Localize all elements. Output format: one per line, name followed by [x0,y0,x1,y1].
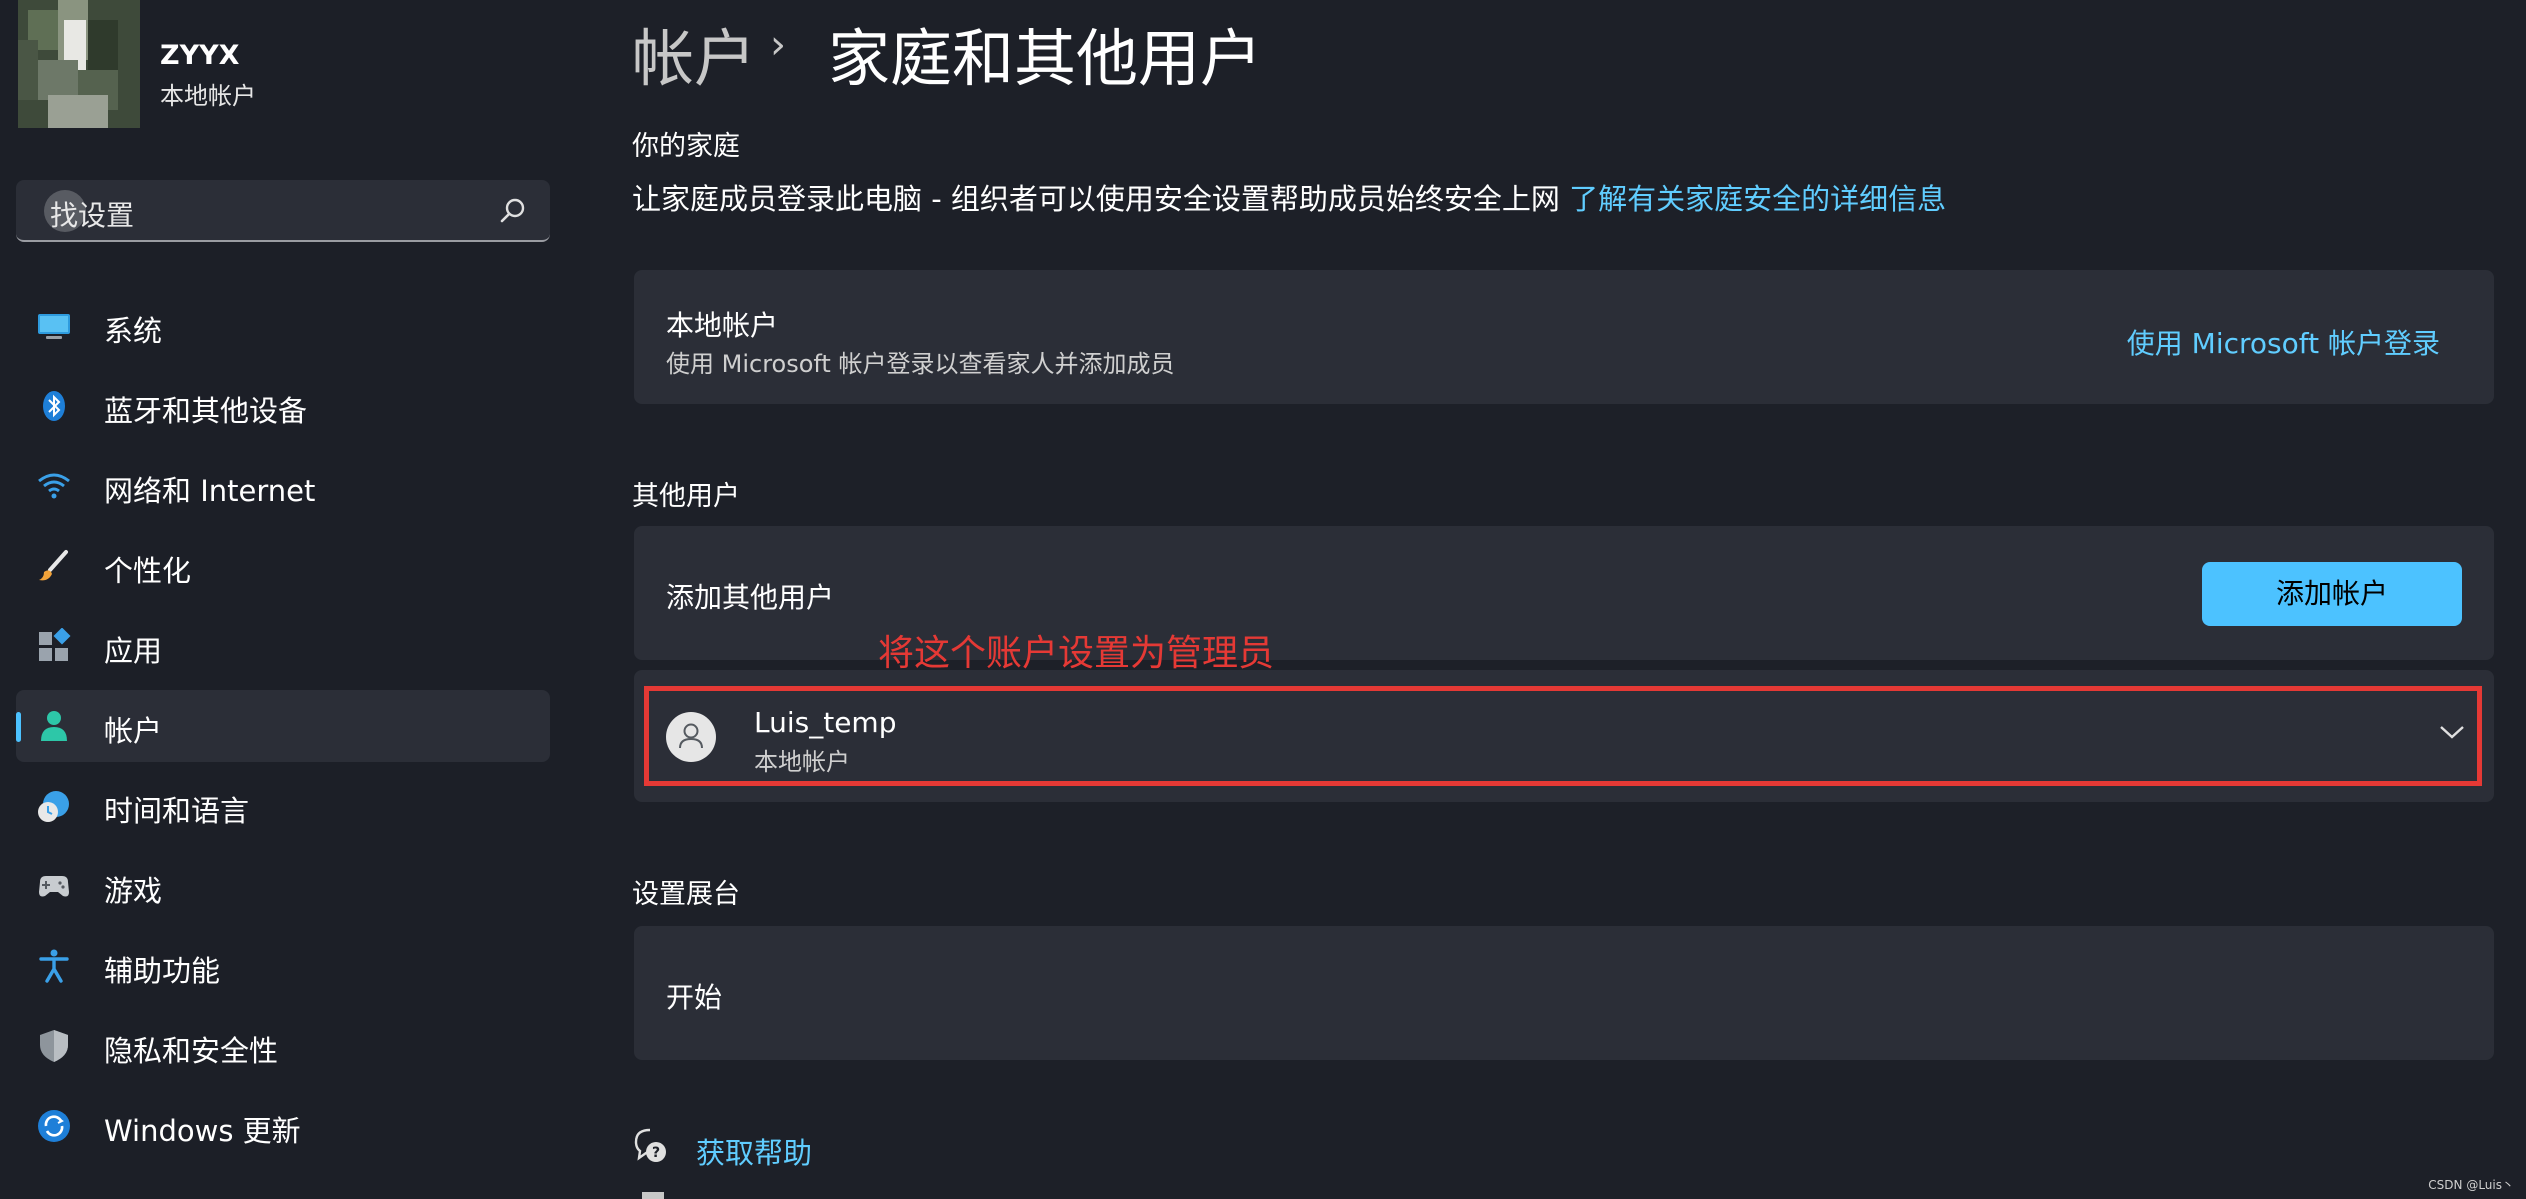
sidebar-item-system[interactable]: 系统 [16,290,550,362]
bluetooth-icon [43,391,65,421]
wifi-icon [38,473,70,499]
kiosk-start-label: 开始 [666,981,723,1014]
sidebar-item-label: Windows 更新 [104,1114,301,1148]
sidebar-item-windows-update[interactable]: Windows 更新 [16,1090,550,1162]
breadcrumb-parent[interactable]: 帐户 [632,8,756,98]
monitor-icon [38,314,70,339]
sidebar-item-label: 游戏 [104,874,163,908]
sidebar-item-label: 蓝牙和其他设备 [104,394,308,428]
local-account-title: 本地帐户 [666,309,779,342]
add-other-user-label: 添加其他用户 [666,581,835,614]
sidebar-item-gaming[interactable]: 游戏 [16,850,550,922]
sidebar-item-label: 个性化 [104,554,192,588]
family-heading: 你的家庭 [632,131,740,162]
sidebar-item-network[interactable]: 网络和 Internet [16,450,550,522]
shield-icon [40,1030,68,1062]
search-icon[interactable] [498,196,528,226]
help-icon: ? [634,1128,666,1162]
profile-name: ZYYX [160,40,240,71]
accessibility-icon [39,949,69,983]
kiosk-heading: 设置展台 [632,879,740,910]
profile-avatar[interactable] [18,0,140,128]
sidebar-item-time-language[interactable]: 时间和语言 [16,770,550,842]
feedback-icon-partial [642,1192,664,1199]
main-content: 帐户 › 家庭和其他用户 你的家庭 让家庭成员登录此电脑 - 组织者可以使用安全… [590,0,2526,1199]
add-account-button[interactable]: 添加帐户 [2202,562,2462,626]
profile-account-type: 本地帐户 [160,82,256,110]
get-help-link[interactable]: 获取帮助 [696,1130,812,1172]
update-icon [38,1110,70,1142]
sidebar-item-label: 辅助功能 [104,954,221,988]
apps-icon [39,628,71,661]
annotation-highlight-box [644,686,2482,786]
active-indicator [16,712,21,742]
other-users-heading: 其他用户 [632,481,740,512]
sidebar-item-accounts[interactable]: 帐户 [16,690,550,762]
sidebar-item-privacy[interactable]: 隐私和安全性 [16,1010,550,1082]
sidebar-item-bluetooth[interactable]: 蓝牙和其他设备 [16,370,550,442]
family-description: 让家庭成员登录此电脑 - 组织者可以使用安全设置帮助成员始终安全上网 了解有关家… [632,176,1946,218]
page-title: 家庭和其他用户 [828,22,1263,95]
sidebar-item-apps[interactable]: 应用 [16,610,550,682]
sidebar-item-label: 网络和 Internet [104,474,316,508]
search-input[interactable]: 找设置 [50,194,134,234]
sidebar-item-label: 时间和语言 [104,794,250,828]
person-icon [41,711,67,741]
clock-globe-icon [38,791,69,822]
local-account-subtitle: 使用 Microsoft 帐户登录以查看家人并添加成员 [666,350,1175,378]
family-description-text: 让家庭成员登录此电脑 - 组织者可以使用安全设置帮助成员始终安全上网 [632,182,1560,216]
sidebar: ZYYX 本地帐户 找设置 系统 蓝牙和其他设备 网络和 Internet 个性… [0,0,590,1199]
svg-text:?: ? [652,1145,660,1161]
microsoft-signin-link[interactable]: 使用 Microsoft 帐户登录 [2127,322,2440,362]
annotation-text: 将这个账户设置为管理员 [878,633,1275,674]
search-box[interactable]: 找设置 [16,180,550,242]
brush-icon [39,550,68,581]
local-account-card: 本地帐户 使用 Microsoft 帐户登录以查看家人并添加成员 使用 Micr… [634,270,2494,404]
sidebar-item-personalization[interactable]: 个性化 [16,530,550,602]
family-safety-link[interactable]: 了解有关家庭安全的详细信息 [1569,182,1946,216]
kiosk-card[interactable]: 开始 [634,926,2494,1060]
sidebar-item-accessibility[interactable]: 辅助功能 [16,930,550,1002]
gamepad-icon [39,876,69,897]
watermark: CSDN @Luis丶 [2428,1178,2514,1192]
sidebar-item-label: 系统 [104,314,163,348]
sidebar-item-label: 隐私和安全性 [104,1034,279,1068]
sidebar-item-label: 帐户 [104,714,163,748]
breadcrumb-separator: › [770,22,786,68]
sidebar-item-label: 应用 [104,634,163,668]
